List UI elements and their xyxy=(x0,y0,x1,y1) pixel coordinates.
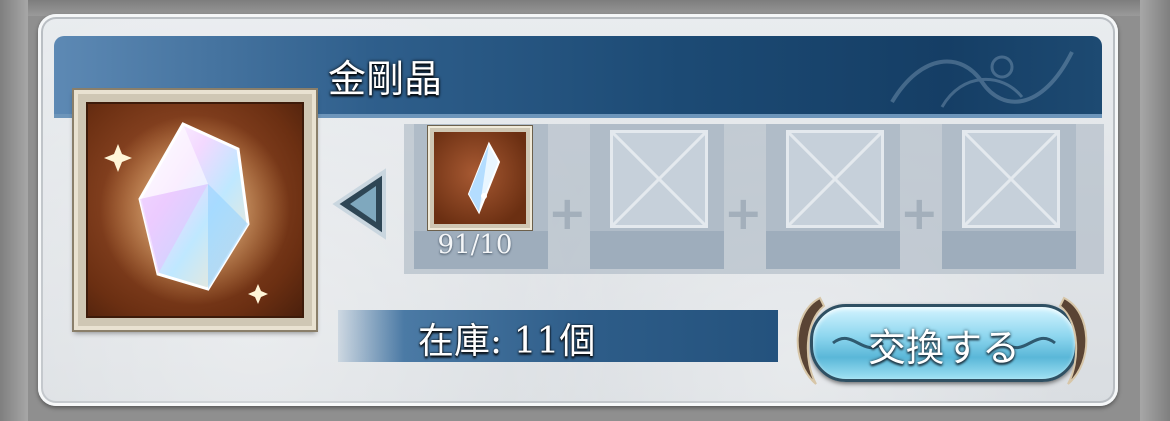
material-icon-frame xyxy=(428,126,532,230)
material-slot-3 xyxy=(766,124,900,269)
exchange-button[interactable]: 交換する xyxy=(782,292,1098,388)
ornament-icon xyxy=(890,51,1074,108)
exchange-button-body: 交換する xyxy=(810,304,1078,382)
back-arrow-button[interactable] xyxy=(328,164,392,244)
item-icon-background xyxy=(86,102,304,318)
material-icon-background xyxy=(434,132,526,224)
slot-footer xyxy=(590,231,724,269)
left-horn-icon xyxy=(796,296,826,385)
material-slot-4 xyxy=(942,124,1076,269)
left-border xyxy=(0,0,28,421)
empty-slot-icon xyxy=(786,130,884,228)
cross-icon xyxy=(963,131,1059,227)
plus-icon: + xyxy=(900,186,939,240)
right-horn-icon xyxy=(1058,296,1088,385)
crystal-shard-icon xyxy=(467,141,501,215)
cross-icon xyxy=(787,131,883,227)
exchange-item-panel: 金剛晶 91/10 + + + 在庫: 11個 交換する xyxy=(38,14,1118,406)
empty-slot-icon xyxy=(962,130,1060,228)
plus-icon: + xyxy=(548,186,587,240)
empty-slot-icon xyxy=(610,130,708,228)
crystal-icon xyxy=(100,115,290,305)
stock-count: 在庫: 11個 xyxy=(418,321,596,362)
material-count: 91/10 xyxy=(437,230,513,260)
slot-footer xyxy=(942,231,1076,269)
cross-icon xyxy=(611,131,707,227)
material-slot-2 xyxy=(590,124,724,269)
right-border xyxy=(1140,0,1170,421)
item-icon-frame xyxy=(74,90,316,330)
plus-icon: + xyxy=(724,186,763,240)
slot-footer xyxy=(766,231,900,269)
item-name: 金剛晶 xyxy=(328,57,443,101)
exchange-button-label: 交換する xyxy=(867,326,1020,370)
